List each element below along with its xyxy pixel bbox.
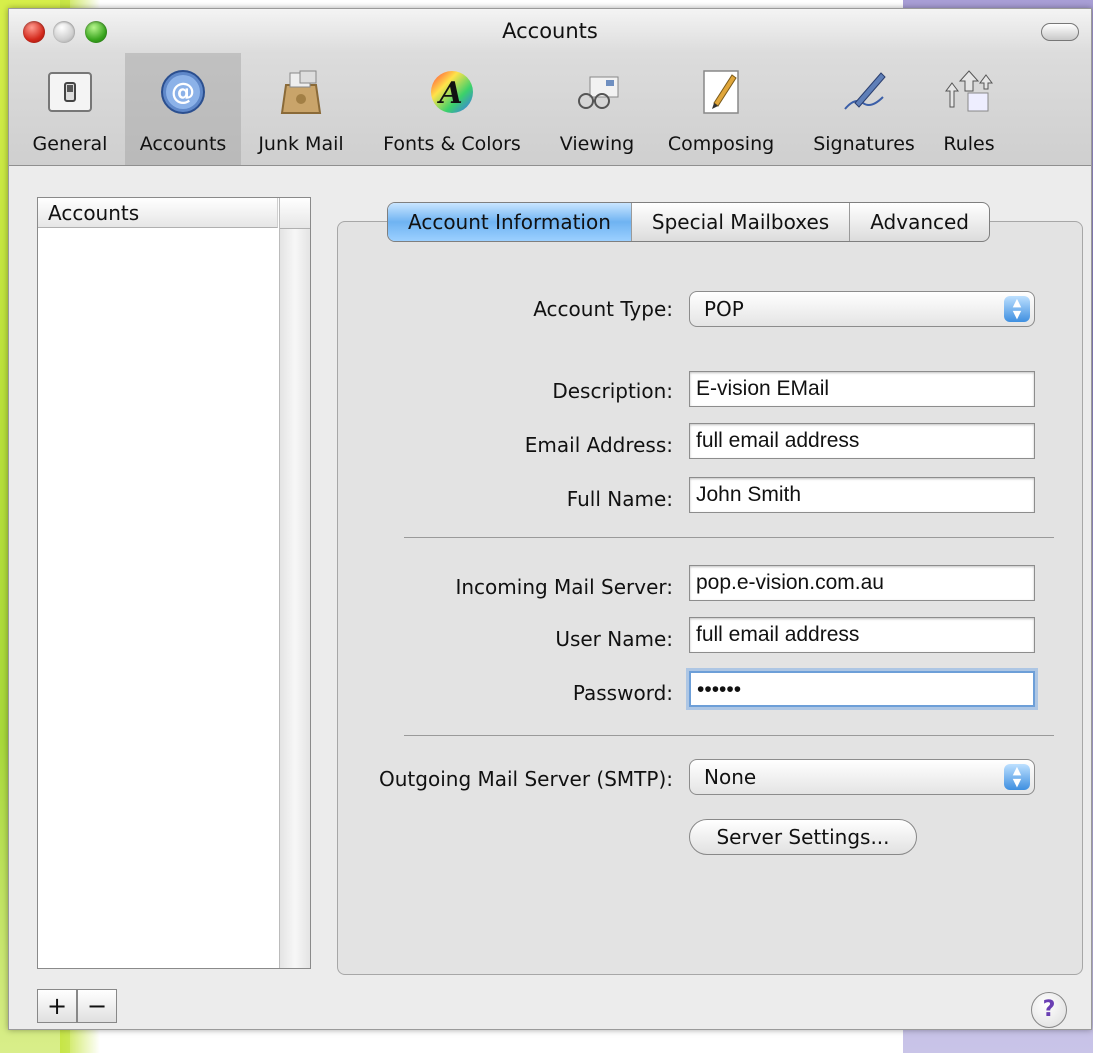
- help-button[interactable]: ?: [1031, 992, 1067, 1028]
- preferences-window: Accounts General @ Accounts Junk Mail A …: [8, 8, 1092, 1030]
- full-name-field[interactable]: John Smith: [689, 477, 1035, 513]
- account-type-select[interactable]: POP ▲ ▼: [689, 291, 1035, 327]
- tab-bar: Account Information Special Mailboxes Ad…: [387, 202, 990, 242]
- toolbar-label-junk-mail: Junk Mail: [258, 133, 344, 155]
- preferences-toolbar: General @ Accounts Junk Mail A Fonts & C…: [9, 53, 1091, 166]
- add-account-button[interactable]: +: [37, 989, 77, 1023]
- at-sign-icon: @: [161, 70, 205, 114]
- toolbar-toggle-button[interactable]: [1041, 23, 1079, 41]
- toolbar-item-junk-mail[interactable]: Junk Mail: [249, 53, 353, 165]
- pen-signature-icon: [844, 72, 886, 110]
- smtp-server-label: Outgoing Mail Server (SMTP):: [379, 767, 673, 791]
- accounts-list-scrollbar[interactable]: [279, 198, 310, 968]
- email-address-label: Email Address:: [524, 433, 673, 457]
- tab-account-information[interactable]: Account Information: [388, 203, 632, 241]
- toolbar-item-viewing[interactable]: Viewing: [549, 53, 645, 165]
- toolbar-item-rules[interactable]: Rules: [931, 53, 1007, 165]
- password-label: Password:: [572, 681, 673, 705]
- junk-bag-icon: [280, 70, 322, 114]
- font-color-wheel-icon: A: [431, 71, 473, 113]
- popup-arrows-icon: ▲ ▼: [1004, 296, 1030, 322]
- tab-special-mailboxes[interactable]: Special Mailboxes: [632, 203, 851, 241]
- user-name-label: User Name:: [555, 627, 673, 651]
- description-label: Description:: [552, 379, 673, 403]
- account-type-value: POP: [704, 297, 744, 321]
- toolbar-label-accounts: Accounts: [139, 133, 227, 155]
- remove-account-button[interactable]: −: [77, 989, 117, 1023]
- toolbar-label-viewing: Viewing: [559, 133, 635, 155]
- tab-advanced[interactable]: Advanced: [850, 203, 989, 241]
- full-name-label: Full Name:: [566, 487, 673, 511]
- section-divider: [404, 735, 1054, 736]
- toolbar-label-composing: Composing: [667, 133, 775, 155]
- svg-text:@: @: [171, 78, 195, 106]
- toolbar-item-signatures[interactable]: Signatures: [799, 53, 929, 165]
- account-type-label: Account Type:: [533, 297, 673, 321]
- toolbar-label-general: General: [32, 133, 108, 155]
- email-address-field[interactable]: full email address: [689, 423, 1035, 459]
- toolbar-label-signatures: Signatures: [813, 133, 915, 155]
- password-field[interactable]: ••••••: [689, 671, 1035, 707]
- incoming-server-label: Incoming Mail Server:: [455, 575, 673, 599]
- toolbar-item-composing[interactable]: Composing: [655, 53, 787, 165]
- toolbar-label-rules: Rules: [943, 133, 995, 155]
- incoming-server-field[interactable]: pop.e-vision.com.au: [689, 565, 1035, 601]
- toolbar-label-fonts-colors: Fonts & Colors: [383, 133, 521, 155]
- user-name-field[interactable]: full email address: [689, 617, 1035, 653]
- pencil-paper-icon: [703, 70, 739, 114]
- popup-arrows-icon: ▲ ▼: [1004, 764, 1030, 790]
- toolbar-item-accounts[interactable]: @ Accounts: [125, 53, 241, 165]
- general-switch-icon: [48, 72, 92, 112]
- glasses-icon: [578, 76, 619, 109]
- accounts-list[interactable]: Accounts: [37, 197, 311, 969]
- window-title: Accounts: [502, 19, 598, 43]
- svg-text:A: A: [436, 76, 462, 111]
- toolbar-item-fonts-colors[interactable]: A Fonts & Colors: [369, 53, 535, 165]
- smtp-server-value: None: [704, 765, 757, 789]
- title-bar: Accounts: [9, 9, 1091, 53]
- accounts-list-header[interactable]: Accounts: [38, 198, 278, 228]
- scrollbar-header-cap: [280, 198, 310, 229]
- arrows-rules-icon: [945, 70, 993, 112]
- toolbar-item-general[interactable]: General: [15, 53, 125, 165]
- server-settings-button[interactable]: Server Settings...: [689, 819, 917, 855]
- smtp-server-select[interactable]: None ▲ ▼: [689, 759, 1035, 795]
- description-field[interactable]: E-vision EMail: [689, 371, 1035, 407]
- section-divider: [404, 537, 1054, 538]
